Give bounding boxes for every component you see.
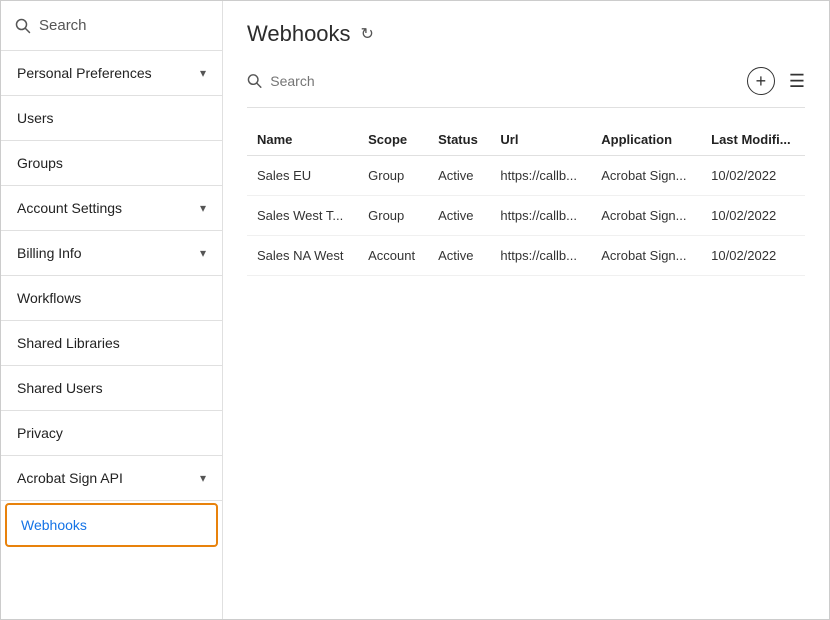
toolbar-actions: + ☰ <box>747 67 805 95</box>
search-icon <box>15 18 31 34</box>
sidebar-item-billing-info[interactable]: Billing Info ▾ <box>1 231 222 276</box>
cell-last_modified: 10/02/2022 <box>701 156 805 196</box>
cell-last_modified: 10/02/2022 <box>701 196 805 236</box>
sidebar-item-account-settings[interactable]: Account Settings ▾ <box>1 186 222 231</box>
cell-scope: Group <box>358 156 428 196</box>
cell-name: Sales West T... <box>247 196 358 236</box>
sidebar-nav: Personal Preferences ▾ Users Groups Account … <box>1 51 222 549</box>
sidebar: Search Personal Preferences ▾ Users Groups A… <box>1 1 223 619</box>
cell-name: Sales EU <box>247 156 358 196</box>
sidebar-item-label: Privacy <box>17 425 63 441</box>
page-title: Webhooks <box>247 21 351 47</box>
main-content: Webhooks ↻ + ☰ NameScopeStatusUrlApplica… <box>223 1 829 619</box>
page-header: Webhooks ↻ <box>247 21 805 47</box>
add-webhook-button[interactable]: + <box>747 67 775 95</box>
chevron-down-icon: ▾ <box>200 66 206 80</box>
sidebar-item-label: Webhooks <box>21 517 87 533</box>
sidebar-item-webhooks[interactable]: Webhooks <box>5 503 218 547</box>
sidebar-item-label: Workflows <box>17 290 81 306</box>
sidebar-item-label: Users <box>17 110 54 126</box>
webhooks-table: NameScopeStatusUrlApplicationLast Modifi… <box>247 124 805 276</box>
cell-scope: Group <box>358 196 428 236</box>
cell-status: Active <box>428 156 490 196</box>
toolbar: + ☰ <box>247 67 805 108</box>
sidebar-item-label: Groups <box>17 155 63 171</box>
chevron-down-icon: ▾ <box>200 201 206 215</box>
table-row[interactable]: Sales West T...GroupActivehttps://callb.… <box>247 196 805 236</box>
sidebar-item-label: Acrobat Sign API <box>17 470 123 486</box>
sidebar-item-label: Shared Libraries <box>17 335 120 351</box>
table-body: Sales EUGroupActivehttps://callb...Acrob… <box>247 156 805 276</box>
sidebar-item-workflows[interactable]: Workflows <box>1 276 222 321</box>
sidebar-item-shared-libraries[interactable]: Shared Libraries <box>1 321 222 366</box>
cell-url: https://callb... <box>490 156 591 196</box>
table-row[interactable]: Sales EUGroupActivehttps://callb...Acrob… <box>247 156 805 196</box>
cell-application: Acrobat Sign... <box>591 156 701 196</box>
cell-application: Acrobat Sign... <box>591 196 701 236</box>
sidebar-search-label: Search <box>39 17 87 34</box>
table-header: NameScopeStatusUrlApplicationLast Modifi… <box>247 124 805 156</box>
sidebar-search[interactable]: Search <box>1 1 222 51</box>
table-col-url: Url <box>490 124 591 156</box>
toolbar-search-container <box>247 73 747 89</box>
cell-url: https://callb... <box>490 196 591 236</box>
table-row[interactable]: Sales NA WestAccountActivehttps://callb.… <box>247 236 805 276</box>
sidebar-item-privacy[interactable]: Privacy <box>1 411 222 456</box>
table-col-status: Status <box>428 124 490 156</box>
sidebar-item-users[interactable]: Users <box>1 96 222 141</box>
cell-last_modified: 10/02/2022 <box>701 236 805 276</box>
toolbar-search-icon <box>247 73 262 89</box>
menu-button[interactable]: ☰ <box>789 71 805 92</box>
sidebar-item-shared-users[interactable]: Shared Users <box>1 366 222 411</box>
table-col-application: Application <box>591 124 701 156</box>
cell-status: Active <box>428 236 490 276</box>
chevron-down-icon: ▾ <box>200 246 206 260</box>
cell-url: https://callb... <box>490 236 591 276</box>
table-col-last-modifi---: Last Modifi... <box>701 124 805 156</box>
chevron-down-icon: ▾ <box>200 471 206 485</box>
table-col-name: Name <box>247 124 358 156</box>
cell-name: Sales NA West <box>247 236 358 276</box>
sidebar-item-label: Account Settings <box>17 200 122 216</box>
cell-application: Acrobat Sign... <box>591 236 701 276</box>
table-col-scope: Scope <box>358 124 428 156</box>
cell-status: Active <box>428 196 490 236</box>
sidebar-item-acrobat-sign-api[interactable]: Acrobat Sign API ▾ <box>1 456 222 501</box>
cell-scope: Account <box>358 236 428 276</box>
sidebar-item-label: Shared Users <box>17 380 103 396</box>
search-input[interactable] <box>270 73 747 89</box>
sidebar-item-groups[interactable]: Groups <box>1 141 222 186</box>
sidebar-item-personal-preferences[interactable]: Personal Preferences ▾ <box>1 51 222 96</box>
sidebar-item-label: Billing Info <box>17 245 82 261</box>
sidebar-item-label: Personal Preferences <box>17 65 152 81</box>
refresh-icon[interactable]: ↻ <box>361 24 374 44</box>
